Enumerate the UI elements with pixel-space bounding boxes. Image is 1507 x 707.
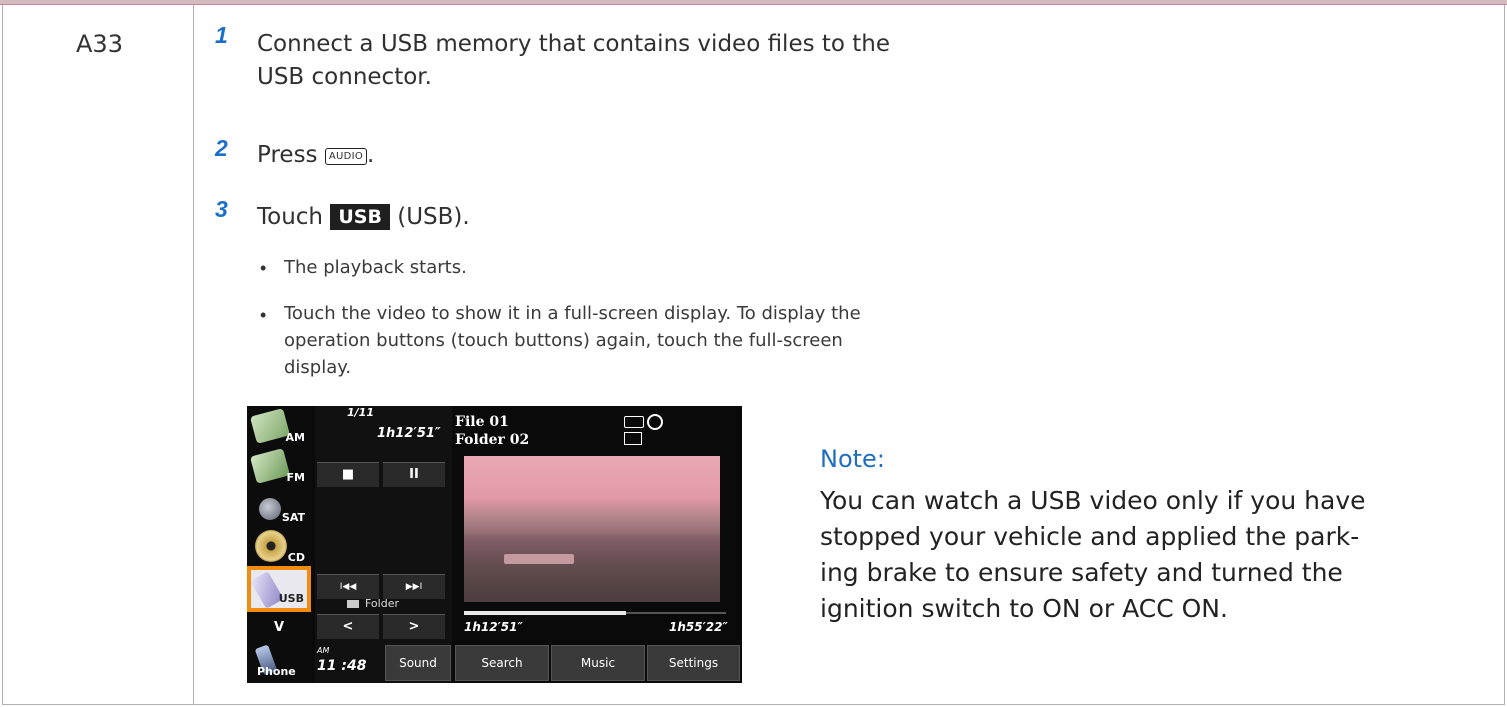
source-phone-label: Phone xyxy=(257,665,296,678)
step-1-text: Connect a USB memory that contains video… xyxy=(257,28,890,94)
step-3-number: 3 xyxy=(215,196,228,222)
video-preview[interactable] xyxy=(464,456,720,602)
note-line-1: You can watch a USB video only if you ha… xyxy=(820,486,1366,515)
file-name: File 01 xyxy=(455,414,509,430)
bullet-dot-2: • xyxy=(260,305,267,325)
stop-button[interactable]: ■ xyxy=(317,462,379,487)
satellite-icon xyxy=(259,498,281,520)
step-2-period: . xyxy=(367,142,375,168)
settings-button[interactable]: Settings xyxy=(647,645,740,681)
folder-up-button[interactable]: > xyxy=(383,614,445,639)
folder-down-button[interactable]: < xyxy=(317,614,379,639)
source-usb-label: USB xyxy=(278,592,304,605)
note-line-2: stopped your vehicle and applied the par… xyxy=(820,522,1360,551)
transport-panel xyxy=(315,406,452,683)
note-title: Note: xyxy=(820,445,885,473)
column-divider xyxy=(193,5,194,705)
connection-icon xyxy=(624,416,644,428)
sound-button[interactable]: Sound xyxy=(385,645,451,681)
audio-key-label: AUDIO xyxy=(324,148,368,165)
source-am[interactable]: AM xyxy=(249,408,307,448)
step-1-line-1: Connect a USB memory that contains video… xyxy=(257,31,891,57)
radio-fm-icon xyxy=(249,448,291,484)
total-time: 1h55′22″ xyxy=(669,620,728,634)
step-1-number: 1 xyxy=(215,22,228,48)
folder-icon xyxy=(347,600,359,608)
elapsed-top: 1h12′51″ xyxy=(377,426,441,441)
bullet-2-line-3: display. xyxy=(284,357,352,378)
pause-button[interactable]: II xyxy=(383,462,445,487)
step-1-line-2: USB connector. xyxy=(257,64,432,90)
source-phone[interactable]: Phone xyxy=(251,642,307,682)
radio-am-icon xyxy=(249,408,291,444)
note-body: You can watch a USB video only if you ha… xyxy=(820,483,1507,627)
note-line-4: ignition switch to ON or ACC ON. xyxy=(820,594,1228,623)
source-cd[interactable]: CD xyxy=(251,528,307,568)
step-3-text: Touch USB (USB). xyxy=(257,201,470,234)
head-unit-screenshot: AM FM SAT CD USB V Phone 1/11 1h12′51″ F… xyxy=(247,406,742,683)
more-sources-chevron[interactable]: V xyxy=(247,616,311,640)
bullet-2-line-1: Touch the video to show it in a full-scr… xyxy=(284,303,861,324)
step-2-text: Press AUDIO. xyxy=(257,139,374,172)
cd-icon xyxy=(255,530,287,562)
city-skyline xyxy=(464,534,720,602)
usb-tag: USB xyxy=(330,204,390,230)
source-cd-label: CD xyxy=(287,551,305,564)
search-button[interactable]: Search xyxy=(455,645,549,681)
video-mode-icon xyxy=(624,432,642,445)
track-counter: 1/11 xyxy=(347,406,374,419)
progress-track[interactable] xyxy=(464,611,726,615)
source-sat[interactable]: SAT xyxy=(251,488,307,528)
repeat-icon xyxy=(647,414,663,430)
source-fm[interactable]: FM xyxy=(249,448,307,488)
folder-label: Folder xyxy=(365,597,399,610)
source-am-label: AM xyxy=(285,431,305,444)
step-3-verb: Touch xyxy=(257,204,324,230)
elapsed-time: 1h12′51″ xyxy=(464,620,523,634)
time-prefix: AM xyxy=(317,646,330,655)
clock: 11 :48 xyxy=(317,658,367,674)
music-button[interactable]: Music xyxy=(551,645,645,681)
progress-fill xyxy=(464,611,627,615)
bullet-1-text: The playback starts. xyxy=(284,257,467,278)
source-sat-label: SAT xyxy=(281,511,305,524)
question-id: A33 xyxy=(76,30,123,58)
step-2-number: 2 xyxy=(215,135,228,161)
source-fm-label: FM xyxy=(286,471,305,484)
folder-name: Folder 02 xyxy=(455,432,530,448)
bullet-dot-1: • xyxy=(260,258,267,278)
step-3-suffix: (USB). xyxy=(397,204,470,230)
bullet-2-line-2: operation buttons (touch buttons) again,… xyxy=(284,330,843,351)
note-line-3: ing brake to ensure safety and turned th… xyxy=(820,558,1343,587)
bullet-2-text: Touch the video to show it in a full-scr… xyxy=(284,300,861,381)
river-bridge xyxy=(504,554,574,564)
prev-track-button[interactable]: I◀◀ xyxy=(317,574,379,599)
source-usb-selected[interactable]: USB xyxy=(247,566,311,612)
next-track-button[interactable]: ▶▶I xyxy=(383,574,445,599)
step-2-verb: Press xyxy=(257,142,318,168)
